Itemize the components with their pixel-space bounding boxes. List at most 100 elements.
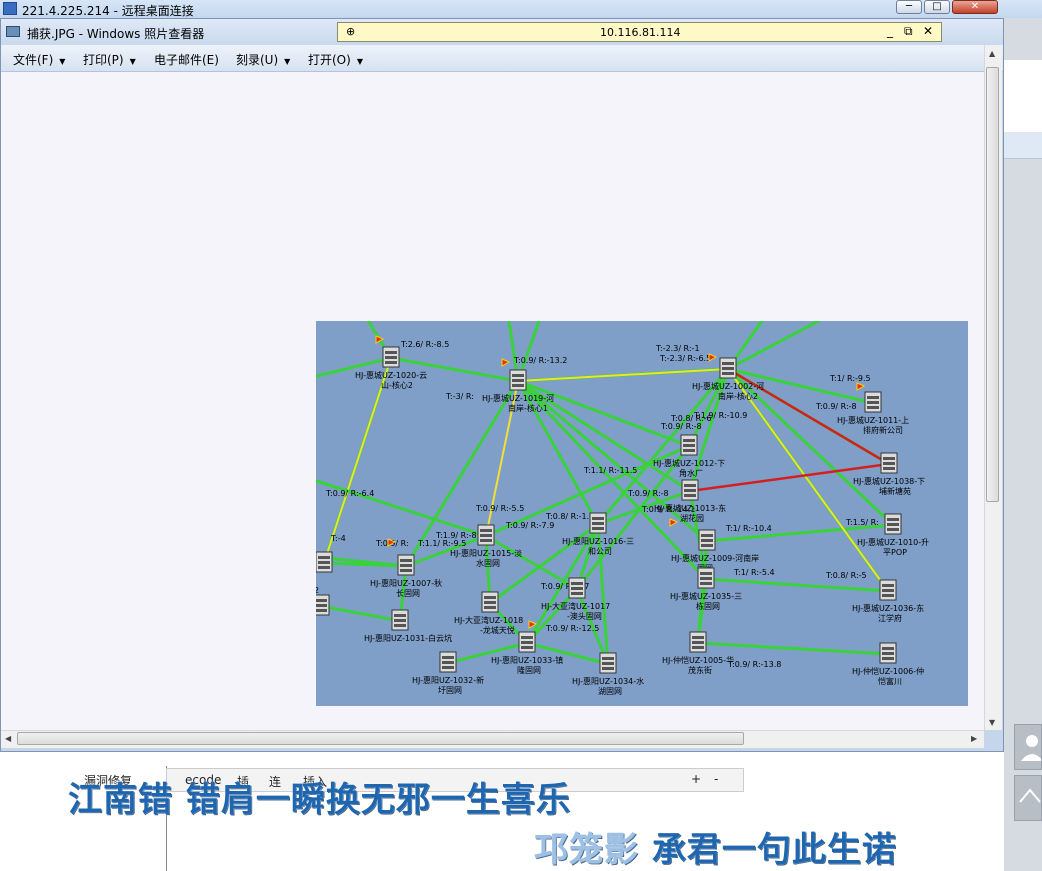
router-slot [683,439,695,442]
rdp-window-title: 221.4.225.214 - 远程桌面连接 [22,4,194,18]
router-slot [592,527,604,530]
device-node[interactable]: HJ-惠城UZ-1002-河南岸-核心2 [692,357,764,401]
device-label: HJ-仲恺UZ-1006-仲 [852,666,924,676]
link-label: T:0.9/ R:-8 [660,422,702,431]
vertical-scroll-thumb[interactable] [986,67,999,502]
remote-session-bar[interactable]: ⊕ 10.116.81.114 _ ⧉ ✕ [337,22,942,42]
router-slot [316,604,327,607]
rdp-minimize-button[interactable]: ─ [896,0,922,14]
pin-icon[interactable]: ⊕ [346,25,355,38]
router-slot [882,589,894,592]
session-close-button[interactable]: ✕ [923,24,933,38]
router-slot [442,656,454,659]
router-slot [394,614,406,617]
router-slot [316,609,327,612]
device-node[interactable]: HJ-大亚湾UZ-1018-龙城天悦 [454,591,523,635]
topology-graph: T:2.6/ R:-8.5T:0.9/ R:-13.2T:-2.3/ R:-1T… [316,321,929,696]
router-slot [480,539,492,542]
link-label: T:1/ R:-9.5 [829,374,871,383]
back-to-top-button[interactable] [1014,775,1042,821]
device-node[interactable]: HJ-惠阳UZ-1032-新圩固网 [412,651,484,695]
session-restore-button[interactable]: ⧉ [904,24,913,39]
router-slot [318,566,330,569]
router-slot [318,556,330,559]
router-slot [602,662,614,665]
horizontal-scroll-thumb[interactable] [17,732,744,745]
link-label: T:0.9/ R:-6.4 [325,489,374,498]
menu-file[interactable]: 文件(F) ▼ [13,51,65,68]
router-slot [882,647,894,650]
router-slot [592,522,604,525]
scroll-left-arrow-icon[interactable]: ◀ [5,734,11,743]
router-slot [683,449,695,452]
menu-email-label: 电子邮件(E) [154,53,219,67]
menu-print[interactable]: 打印(P) ▼ [83,51,136,68]
router-slot [887,523,899,526]
network-topology-image[interactable]: T:2.6/ R:-8.5 T:0.9/ R:-13.2 T:-2.3/ R:-1 T… [316,321,968,706]
lyric-line-2-rest: 承君一句此生诺 [651,830,897,870]
user-float-button[interactable] [1014,724,1042,770]
device-node[interactable]: HJ-惠城UZ-1038-下埔新塘苑 [853,452,925,496]
router-slot [484,596,496,599]
router-slot [722,362,734,365]
link-green [316,479,487,538]
rdp-maximize-button[interactable]: □ [924,0,950,14]
device-node[interactable]: HJ-仲恺UZ-1006-仲恺富川 [852,642,924,686]
device-label: HJ-惠城UZ-1012-下 [653,458,725,468]
rdp-close-button[interactable]: ✕ [952,0,998,14]
router-slot [480,534,492,537]
menu-print-label: 打印(P) [83,53,124,67]
menu-open[interactable]: 打开(O) ▼ [308,51,363,68]
menu-open-label: 打开(O) [308,53,351,67]
link-label: T:0.8/ R:-5 [825,571,867,580]
device-label: HJ-惠城UZ-1013-东 [654,503,726,513]
menu-email[interactable]: 电子邮件(E) [154,51,219,68]
router-slot [882,594,894,597]
scroll-right-arrow-icon[interactable]: ▶ [971,734,977,743]
router-slot [684,494,696,497]
link-label: T:0.8/ R:-1.1 [545,512,594,521]
link-label: T:1.5/ R: [845,518,879,527]
router-slot [692,646,704,649]
scroll-down-arrow-icon[interactable]: ▼ [989,718,995,727]
router-slot [887,528,899,531]
device-label: HJ-惠城UZ-1019-河 [482,393,554,403]
session-minimize-button[interactable]: _ [887,24,893,38]
link-label: T:-2.3/ R:-6.5 [659,354,711,363]
scroll-up-arrow-icon[interactable]: ▲ [989,49,995,58]
router-slot [602,657,614,660]
router-slot [692,641,704,644]
device-node[interactable]: HJ-仲恺UZ-1005-华茂东街 [662,631,734,675]
link-label: T:0.9/ R:-8 [815,402,857,411]
rdp-title-bar[interactable]: 221.4.225.214 - 远程桌面连接 ─ □ ✕ [0,0,1042,18]
device-label-line2: 茂东街 [688,665,712,675]
router-slot [883,457,895,460]
device-node[interactable]: HJ-惠城UZ-1036-东江学府 [852,579,924,623]
device-label-line2: 平POP [883,548,907,557]
device-node[interactable]: HJ-惠阳UZ-1031-白云坑 [364,609,452,643]
device-label: HJ-惠阳UZ-1034-水 [572,676,644,686]
device-label: HJ-大亚湾UZ-1018 [454,615,523,625]
device-node[interactable]: 008-淡2 [316,551,333,595]
viewer-title-bar[interactable]: 捕获.JPG - Windows 照片查看器 ⊕ 10.116.81.114 _… [1,19,1003,45]
session-ip: 10.116.81.114 [600,26,681,39]
zoom-out-button[interactable]: - [714,772,718,786]
zoom-in-button[interactable]: + [691,772,701,786]
link-label: T:-3/ R: [445,392,474,401]
router-slot [722,367,734,370]
dropdown-arrow-icon: ▼ [284,57,291,66]
device-node[interactable]: HJ-惠城UZ-1020-云山-核心2 [355,346,427,390]
router-slot [700,582,712,585]
host-panel-bar [1004,132,1042,159]
device-label-line2: 恺富川 [878,676,902,686]
device-node[interactable]: 1030 [316,594,330,628]
device-label-line2: 湖花园 [680,513,704,523]
menu-burn[interactable]: 刻录(U) ▼ [236,51,290,68]
device-node[interactable]: HJ-惠阳UZ-1033-镇隆固网 [491,631,563,675]
user-icon [1021,735,1042,761]
router-slot [571,587,583,590]
device-label-line2: -龙城天悦 [480,625,515,635]
device-node[interactable]: HJ-惠阳UZ-1034-水湖固网 [572,652,644,696]
device-label-line2: 南岸-核心1 [508,403,548,413]
device-label: HJ-惠城UZ-1038-下 [853,476,925,486]
